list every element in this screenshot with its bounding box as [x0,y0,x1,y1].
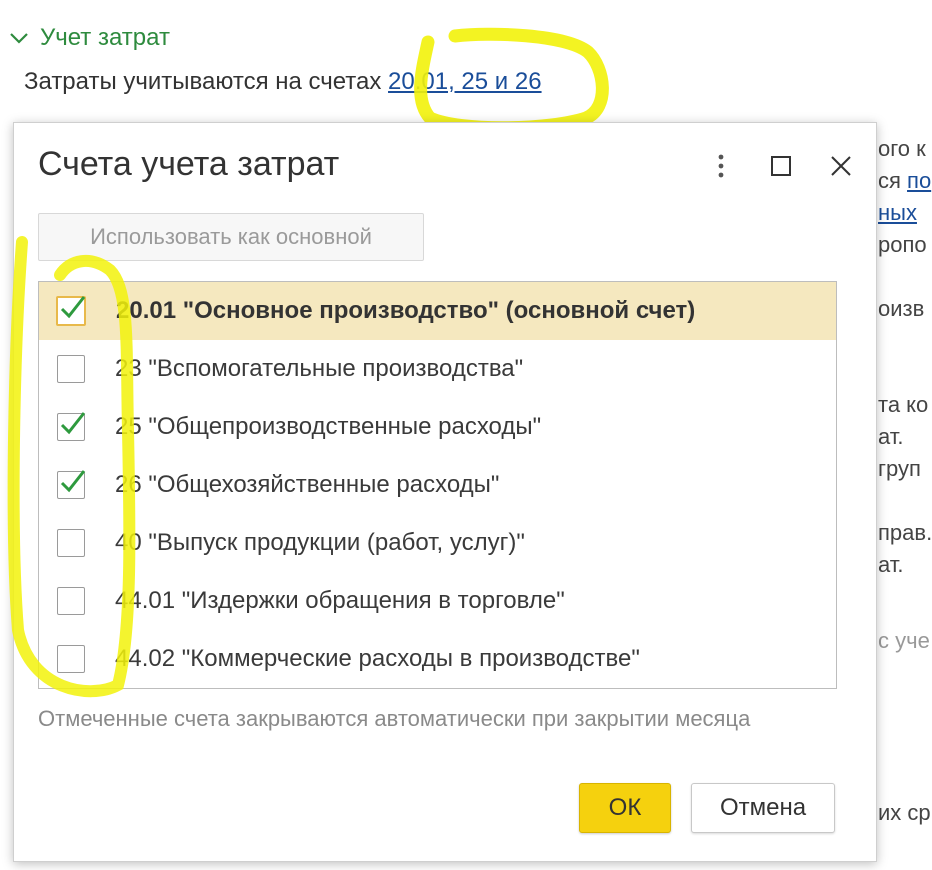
bg-text-fragment: оизв [878,296,925,321]
costs-text: Затраты учитываются на счетах [24,68,389,95]
account-label: 20.01 "Основное производство" (основной … [116,297,696,324]
account-row-40[interactable]: 40 "Выпуск продукции (работ, услуг)" [39,514,836,572]
account-label: 40 "Выпуск продукции (работ, услуг)" [115,529,525,556]
bg-text-fragment: их ср [878,800,931,825]
maximize-icon[interactable] [766,151,796,181]
dialog-title: Счета учета затрат [38,145,340,183]
bg-text-fragment: ат. [878,424,904,449]
account-row-44-01[interactable]: 44.01 "Издержки обращения в торговле" [39,572,836,630]
more-vertical-icon[interactable] [706,151,736,181]
account-label: 25 "Общепроизводственные расходы" [115,413,542,440]
bg-text-fragment: ся по [878,168,932,193]
account-checkbox[interactable] [56,296,86,326]
checkmark-icon [60,412,86,435]
costs-accounts-line: Затраты учитываются на счетах 20.01, 25 … [24,68,542,96]
account-row-20-01[interactable]: 20.01 "Основное производство" (основной … [39,282,836,340]
checkmark-icon [60,470,86,493]
account-row-26[interactable]: 26 "Общехозяйственные расходы" [39,456,836,514]
bg-text-fragment: груп [878,456,921,481]
account-checkbox[interactable] [57,355,85,383]
accounts-list: 20.01 "Основное производство" (основной … [38,281,837,689]
checkmark-icon [60,296,86,319]
cost-accounts-dialog: Счета учета затрат Использовать как осно… [13,122,877,862]
account-label: 26 "Общехозяйственные расходы" [115,471,500,498]
account-row-23[interactable]: 23 "Вспомогательные производства" [39,340,836,398]
use-as-main-button[interactable]: Использовать как основной [38,213,424,261]
account-label: 23 "Вспомогательные производства" [115,355,524,382]
bg-text-fragment: ого к [878,136,926,161]
bg-link-fragment[interactable]: по [907,168,931,193]
account-label: 44.01 "Издержки обращения в торговле" [115,587,565,614]
dialog-window-controls [706,151,856,181]
auto-close-note: Отмеченные счета закрываются автоматичес… [38,706,751,731]
bg-link-fragment[interactable]: ных [878,200,917,226]
account-row-25[interactable]: 25 "Общепроизводственные расходы" [39,398,836,456]
account-checkbox[interactable] [57,470,86,499]
cost-accounts-link[interactable]: 20.01, 25 и 26 [388,68,542,95]
bg-text-fragment: ропо [878,232,927,257]
account-row-44-02[interactable]: 44.02 "Коммерческие расходы в производст… [39,630,836,688]
ok-button[interactable]: ОК [579,783,671,833]
cancel-button[interactable]: Отмена [691,783,835,833]
bg-text-fragment: та ко [878,392,929,417]
account-checkbox[interactable] [57,645,85,673]
cost-accounting-section-header[interactable]: Учет затрат [8,24,170,52]
account-checkbox[interactable] [57,529,85,557]
chevron-down-icon [10,33,28,44]
account-checkbox[interactable] [57,587,85,615]
close-icon[interactable] [826,151,856,181]
account-checkbox[interactable] [57,412,86,441]
section-title: Учет затрат [40,24,170,51]
bg-text-fragment: ат. [878,552,904,577]
bg-text-fragment: с уче [878,628,930,653]
account-label: 44.02 "Коммерческие расходы в производст… [115,645,640,672]
bg-text-fragment: прав. [878,520,932,545]
